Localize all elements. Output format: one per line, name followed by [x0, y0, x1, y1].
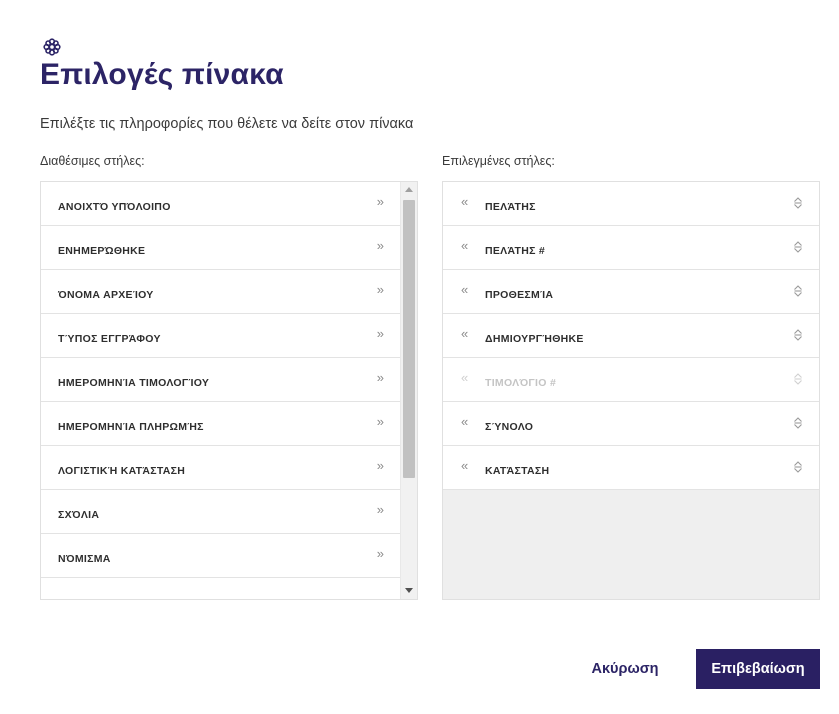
column-label: ΤΙΜΟΛΌΓΙΟ #	[485, 377, 557, 389]
available-columns-list: ΑΝΟΙΧΤΌ ΥΠΌΛΟΙΠΟ» ΕΝΗΜΕΡΏΘΗΚΕ» ΌΝΟΜΑ ΑΡΧΕΊ…	[40, 181, 418, 600]
add-column-icon[interactable]: »	[377, 414, 384, 429]
available-column-row[interactable]: ΌΝΟΜΑ ΑΡΧΕΊΟΥ »	[41, 270, 400, 314]
dialog-subtitle: Επιλέξτε τις πληροφορίες που θέλετε να δ…	[40, 116, 414, 132]
scroll-up-icon[interactable]	[405, 187, 413, 192]
selected-column-row: « ΤΙΜΟΛΌΓΙΟ #	[443, 358, 819, 402]
drag-sort-icon[interactable]	[793, 328, 803, 342]
remove-column-icon[interactable]: «	[461, 194, 468, 209]
column-label: ΠΡΟΘΕΣΜΊΑ	[485, 289, 554, 301]
column-label: ΛΟΓΙΣΤΙΚΉ ΚΑΤΆΣΤΑΣΗ	[58, 465, 186, 477]
available-column-row[interactable]: ΤΎΠΟΣ ΕΓΓΡΆΦΟΥ »	[41, 314, 400, 358]
selected-columns-list: « ΠΕΛΆΤΗΣ « ΠΕΛΆΤΗΣ # « ΠΡΟΘΕΣΜΊΑ « ΔΗΜΙΟΥΡΓΉΘΗ…	[442, 181, 820, 600]
remove-column-icon[interactable]: «	[461, 326, 468, 341]
selected-column-row[interactable]: « ΚΑΤΆΣΤΑΣΗ	[443, 446, 819, 490]
scrollbar[interactable]	[400, 182, 417, 599]
drag-sort-icon[interactable]	[793, 460, 803, 474]
add-column-icon[interactable]: »	[377, 546, 384, 561]
column-label: ΣΎΝΟΛΟ	[485, 421, 534, 433]
selected-list: « ΠΕΛΆΤΗΣ « ΠΕΛΆΤΗΣ # « ΠΡΟΘΕΣΜΊΑ « ΔΗΜΙΟΥΡΓΉΘΗ…	[443, 182, 819, 490]
selected-column-row[interactable]: « ΠΕΛΆΤΗΣ #	[443, 226, 819, 270]
available-column-row[interactable]: ΝΌΜΙΣΜΑ »	[41, 534, 400, 578]
column-label: ΔΗΜΙΟΥΡΓΉΘΗΚΕ	[485, 333, 584, 345]
add-column-icon[interactable]: »	[377, 194, 384, 209]
column-label: ΝΌΜΙΣΜΑ	[58, 553, 111, 565]
drag-sort-icon	[794, 373, 802, 385]
column-label: ΚΑΤΆΣΤΑΣΗ	[485, 465, 550, 477]
remove-column-icon[interactable]: «	[461, 458, 468, 473]
add-column-icon[interactable]: »	[377, 238, 384, 253]
column-label: ΣΧΌΛΙΑ	[58, 509, 100, 521]
selected-columns-label: Επιλεγμένες στήλες:	[442, 154, 555, 168]
column-label: ΌΝΟΜΑ ΑΡΧΕΊΟΥ	[58, 289, 154, 301]
remove-column-icon[interactable]: «	[461, 282, 468, 297]
scroll-thumb[interactable]	[403, 200, 415, 478]
available-list: ΑΝΟΙΧΤΌ ΥΠΌΛΟΙΠΟ» ΕΝΗΜΕΡΏΘΗΚΕ» ΌΝΟΜΑ ΑΡΧΕΊ…	[41, 182, 400, 578]
remove-column-icon: «	[461, 370, 469, 385]
available-column-row[interactable]: ΕΝΗΜΕΡΏΘΗΚΕ »	[41, 226, 400, 270]
selected-column-row[interactable]: « ΠΕΛΆΤΗΣ	[443, 182, 819, 226]
drag-sort-icon[interactable]	[793, 240, 803, 254]
available-column-row[interactable]: ΣΧΌΛΙΑ »	[41, 490, 400, 534]
column-label: ΤΎΠΟΣ ΕΓΓΡΆΦΟΥ	[58, 333, 161, 345]
add-column-icon[interactable]: »	[377, 326, 384, 341]
add-column-icon[interactable]: »	[377, 282, 384, 297]
scroll-down-icon[interactable]	[405, 588, 413, 593]
drag-sort-icon[interactable]	[793, 284, 803, 298]
column-label: ΗΜΕΡΟΜΗΝΊΑ ΤΙΜΟΛΟΓΊΟΥ	[58, 377, 210, 389]
column-label: ΑΝΟΙΧΤΌ ΥΠΌΛΟΙΠΟ	[58, 201, 171, 213]
available-columns-label: Διαθέσιμες στήλες:	[40, 154, 145, 168]
available-column-row[interactable]: ΗΜΕΡΟΜΗΝΊΑ ΤΙΜΟΛΟΓΊΟΥ »	[41, 358, 400, 402]
selected-column-row[interactable]: « ΔΗΜΙΟΥΡΓΉΘΗΚΕ	[443, 314, 819, 358]
column-label: ΠΕΛΆΤΗΣ #	[485, 245, 546, 257]
available-column-row[interactable]: ΑΝΟΙΧΤΌ ΥΠΌΛΟΙΠΟ »	[41, 182, 400, 226]
drag-sort-icon[interactable]	[793, 416, 803, 430]
dialog-title: Επιλογές πίνακα	[40, 58, 284, 91]
remove-column-icon[interactable]: «	[461, 238, 468, 253]
confirm-button[interactable]: Επιβεβαίωση	[696, 649, 820, 689]
column-label: ΕΝΗΜΕΡΏΘΗΚΕ	[58, 245, 146, 257]
drag-sort-icon[interactable]	[793, 196, 803, 210]
cancel-button[interactable]: Ακύρωση	[579, 650, 671, 688]
selected-column-row[interactable]: « ΣΎΝΟΛΟ	[443, 402, 819, 446]
add-column-icon[interactable]: »	[377, 370, 384, 385]
column-label: ΗΜΕΡΟΜΗΝΊΑ ΠΛΗΡΩΜΉΣ	[58, 421, 204, 433]
remove-column-icon[interactable]: «	[461, 414, 468, 429]
add-column-icon[interactable]: »	[377, 502, 384, 517]
gear-icon	[43, 38, 61, 56]
column-label: ΠΕΛΆΤΗΣ	[485, 201, 536, 213]
available-column-row[interactable]: ΛΟΓΙΣΤΙΚΉ ΚΑΤΆΣΤΑΣΗ »	[41, 446, 400, 490]
selected-column-row[interactable]: « ΠΡΟΘΕΣΜΊΑ	[443, 270, 819, 314]
add-column-icon[interactable]: »	[377, 458, 384, 473]
available-column-row[interactable]: ΗΜΕΡΟΜΗΝΊΑ ΠΛΗΡΩΜΉΣ »	[41, 402, 400, 446]
